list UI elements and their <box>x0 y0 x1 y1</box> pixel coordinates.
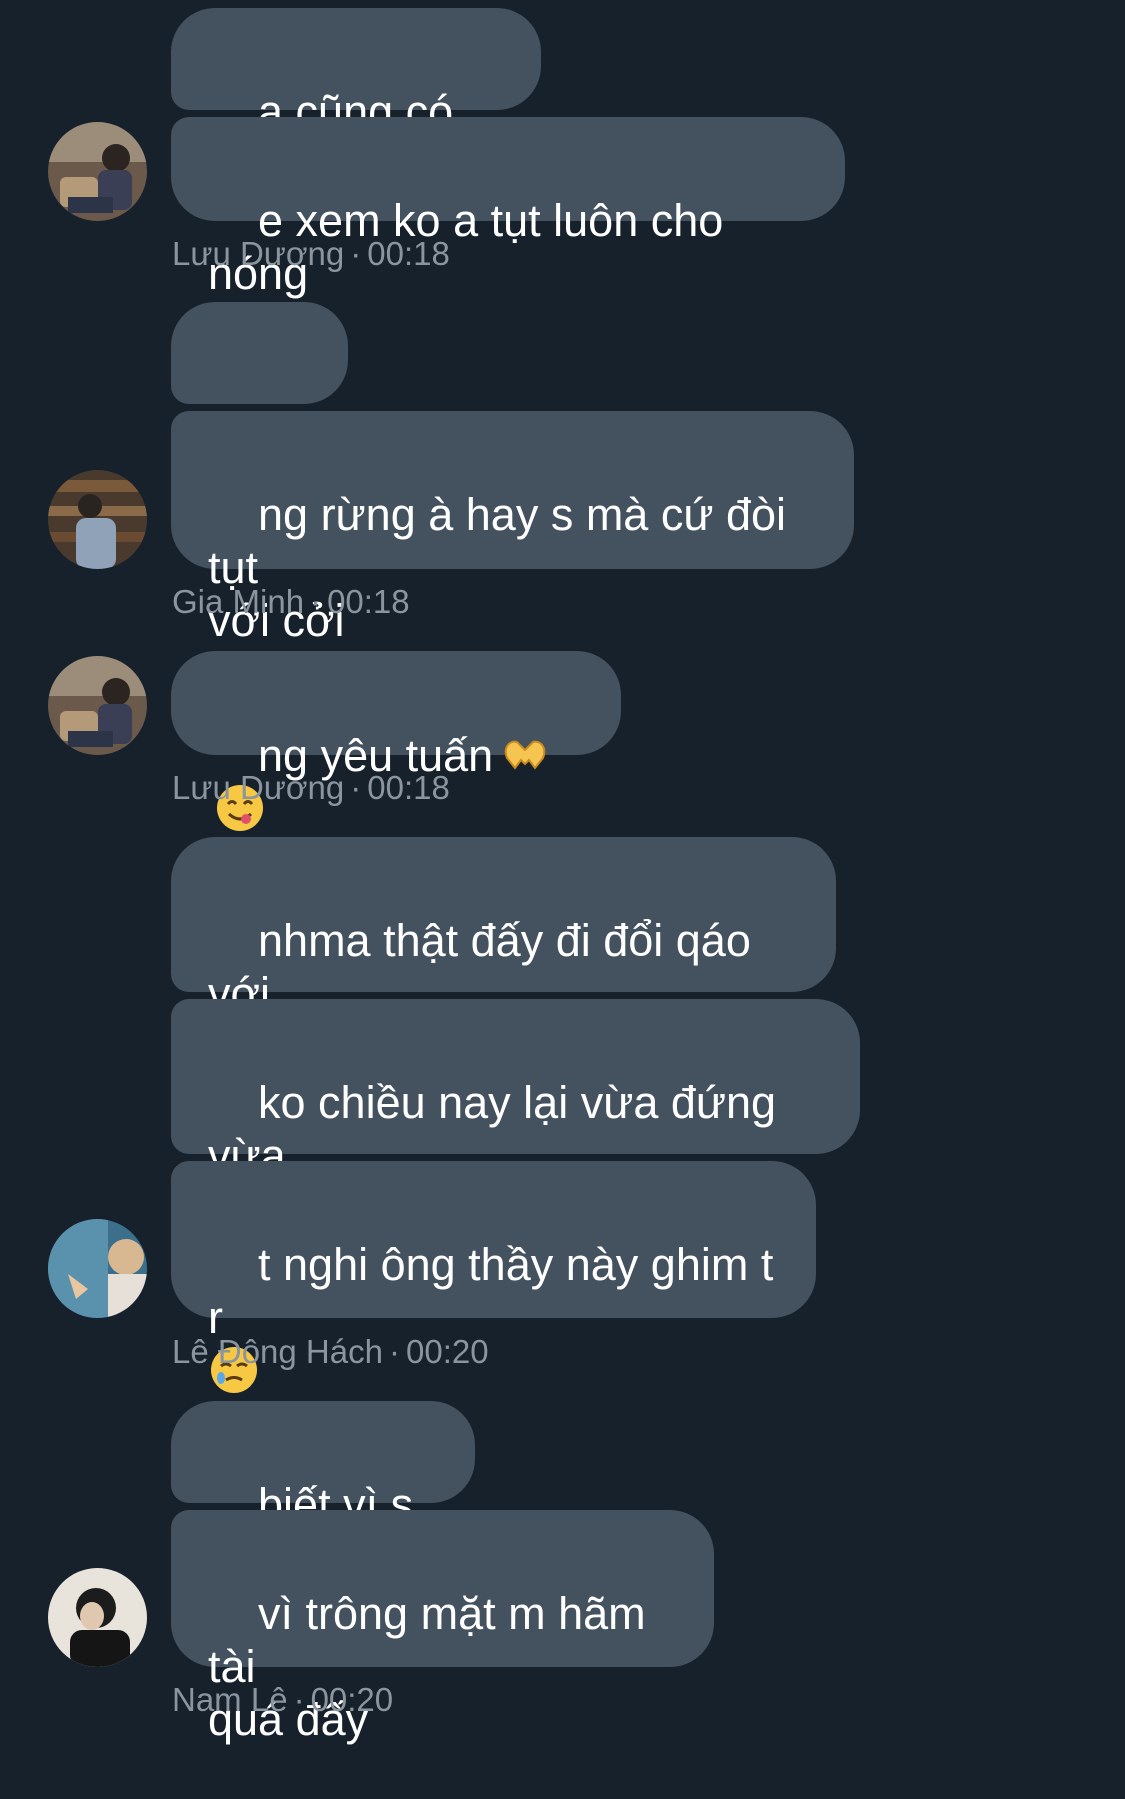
message-text: ng rừng à hay s mà cứ đòi tụt với cởi <box>208 489 787 646</box>
message-meta: Gia Minh · 00:18 <box>172 582 410 622</box>
message-time: 00:18 <box>327 583 410 620</box>
message-bubble[interactable]: ng rừng à hay s mà cứ đòi tụt với cởi <box>171 411 854 646</box>
message-time: 00:20 <box>405 1333 489 1370</box>
avatar-photo-icon <box>48 1568 147 1667</box>
message-bubble[interactable]: nhma thật đấy đi đổi qáo với t đi <box>171 837 836 1072</box>
sender-name: Lưu Dương <box>172 769 345 806</box>
message-bubble[interactable]: ko chiều nay lại vừa đứng vừa kéo quần g… <box>171 999 860 1235</box>
message-bubble[interactable]: biết vì s ko <box>171 1401 475 1583</box>
message-bubble[interactable]: =)))) <box>171 302 348 484</box>
meta-separator: · <box>310 583 322 620</box>
message-meta: Lưu Dương · 00:18 <box>172 768 450 808</box>
sender-avatar[interactable] <box>48 1568 147 1667</box>
sender-avatar[interactable] <box>48 470 147 569</box>
message-bubble[interactable]: vì trông mặt m hãm tài quá đấy <box>171 1510 714 1745</box>
sender-name: Gia Minh <box>172 583 305 620</box>
message-bubble[interactable]: a cũng có này <box>171 8 541 190</box>
message-meta: Lưu Dương · 00:18 <box>172 234 450 274</box>
sender-name: Nam Lê <box>172 1681 288 1718</box>
avatar-photo-icon <box>48 1219 147 1318</box>
message-bubble[interactable]: e xem ko a tụt luôn cho nóng <box>171 117 845 299</box>
sender-avatar[interactable] <box>48 1219 147 1318</box>
chat-message-list[interactable]: a cũng có này e xem ko a tụt luôn cho nó… <box>0 0 1125 1745</box>
message-text: vì trông mặt m hãm tài quá đấy <box>208 1588 646 1745</box>
sender-name: Lê Đông Hách <box>172 1333 383 1370</box>
meta-separator: · <box>293 1681 305 1718</box>
message-bubble[interactable]: ng yêu tuấn <box>171 651 621 831</box>
message-time: 00:18 <box>367 235 450 272</box>
message-meta: Lê Đông Hách · 00:20 <box>172 1332 489 1372</box>
message-time: 00:18 <box>367 769 450 806</box>
sender-avatar[interactable] <box>48 122 147 221</box>
avatar-photo-icon <box>48 122 147 221</box>
message-bubble[interactable]: t nghi ông thầy này ghim t r <box>171 1161 816 1393</box>
message-text: t nghi ông thầy này ghim t r <box>208 1239 786 1343</box>
meta-separator: · <box>388 1333 400 1370</box>
avatar-photo-icon <box>48 470 147 569</box>
message-meta: Nam Lê · 00:20 <box>172 1680 393 1720</box>
meta-separator: · <box>350 235 362 272</box>
meta-separator: · <box>350 769 362 806</box>
sender-avatar[interactable] <box>48 656 147 755</box>
heart-hands-emoji-icon <box>499 728 551 780</box>
avatar-photo-icon <box>48 656 147 755</box>
message-time: 00:20 <box>310 1681 394 1718</box>
sender-name: Lưu Dương <box>172 235 345 272</box>
